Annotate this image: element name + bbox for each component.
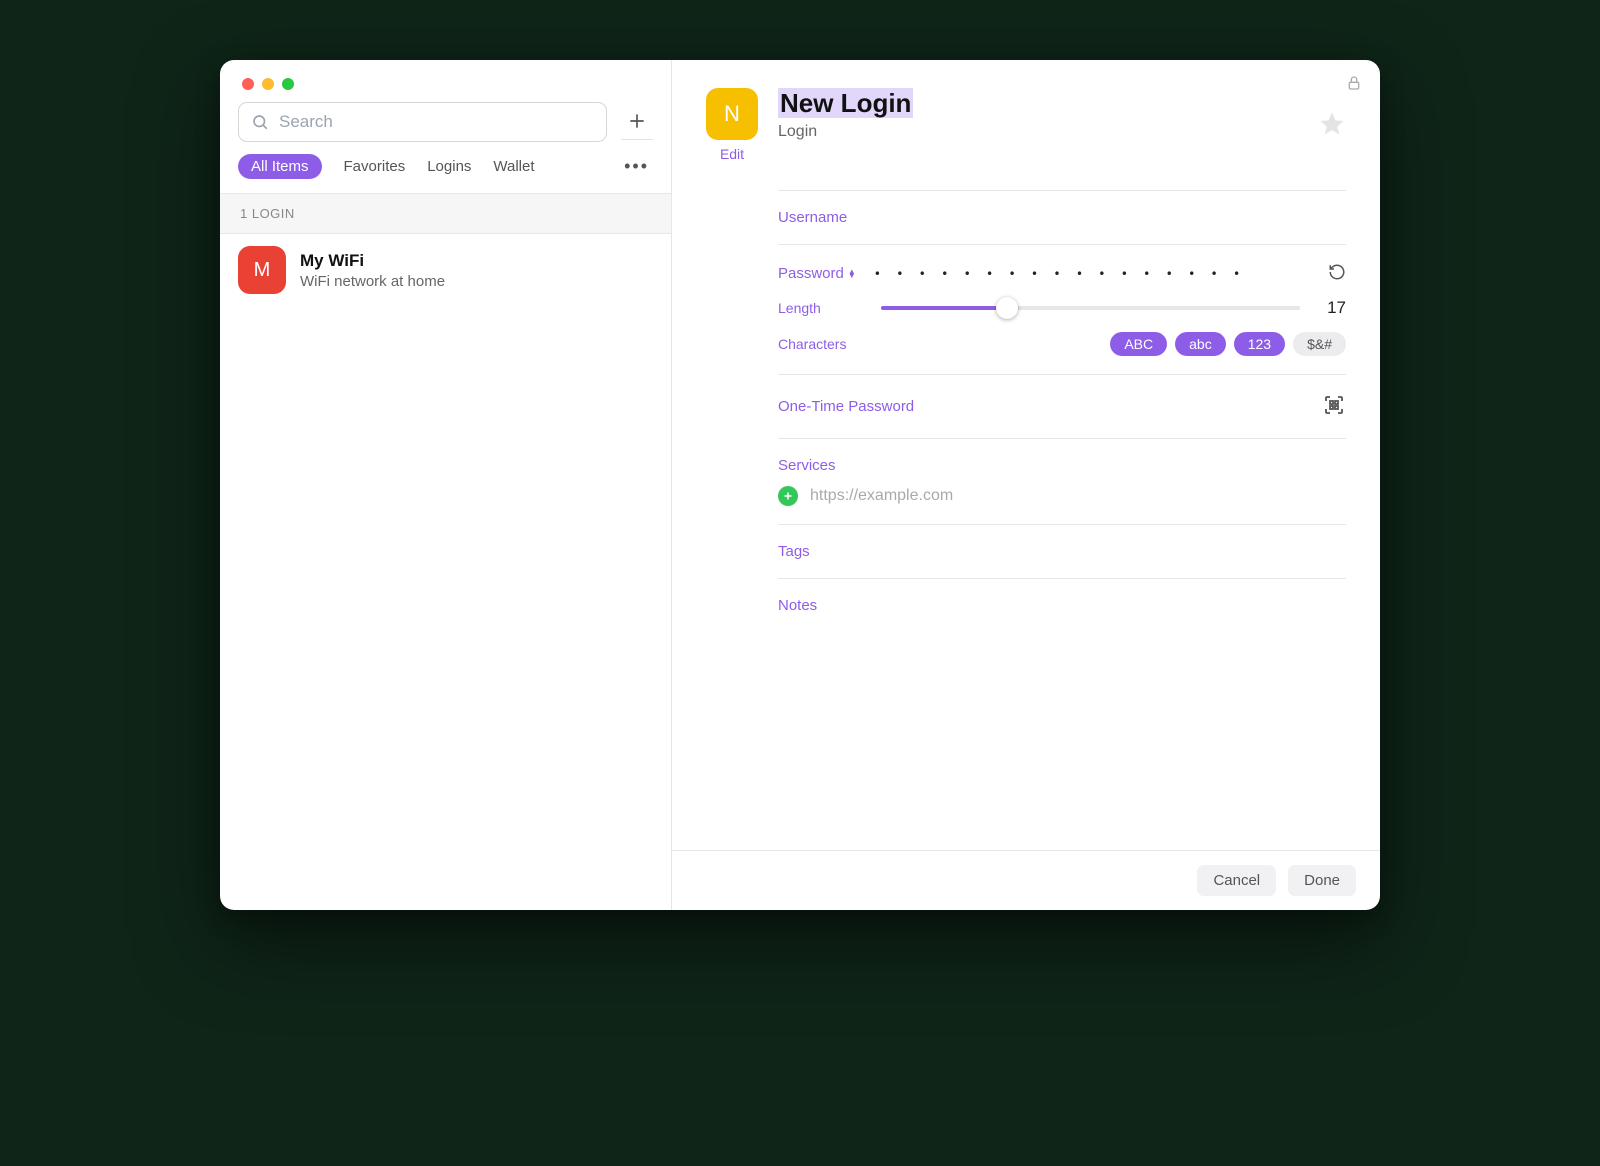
password-value[interactable]: • • • • • • • • • • • • • • • • • (874, 267, 1244, 281)
search-box[interactable] (238, 102, 607, 142)
char-digits-toggle[interactable]: 123 (1234, 332, 1285, 356)
sidebar: All Items Favorites Logins Wallet ••• 1 … (220, 60, 672, 910)
item-title[interactable]: New Login (778, 88, 913, 118)
list-section-header: 1 LOGIN (220, 193, 671, 234)
search-input[interactable] (277, 111, 594, 133)
list-item-subtitle: WiFi network at home (300, 273, 445, 290)
favorite-star-button[interactable] (1318, 110, 1346, 141)
add-service-button[interactable] (778, 486, 798, 506)
minimize-window-button[interactable] (262, 78, 274, 90)
app-window: All Items Favorites Logins Wallet ••• 1 … (220, 60, 1380, 910)
scan-qr-button[interactable] (1322, 393, 1346, 420)
tags-label[interactable]: Tags (778, 543, 1346, 560)
filter-favorites[interactable]: Favorites (344, 158, 406, 175)
char-upper-toggle[interactable]: ABC (1110, 332, 1167, 356)
service-url-placeholder[interactable]: https://example.com (810, 487, 953, 505)
list-item[interactable]: M My WiFi WiFi network at home (220, 234, 671, 306)
regenerate-password-button[interactable] (1328, 263, 1346, 284)
filter-logins[interactable]: Logins (427, 158, 471, 175)
detail-pane: N Edit New Login Login Username (672, 60, 1380, 910)
length-value: 17 (1318, 298, 1346, 318)
close-window-button[interactable] (242, 78, 254, 90)
char-lower-toggle[interactable]: abc (1175, 332, 1226, 356)
list-item-badge: M (238, 246, 286, 294)
services-label: Services (778, 457, 1346, 474)
password-label[interactable]: Password ▲▼ (778, 265, 856, 282)
footer: Cancel Done (672, 850, 1380, 910)
add-item-button[interactable] (621, 105, 653, 140)
username-label[interactable]: Username (778, 209, 1346, 226)
refresh-icon (1328, 263, 1346, 281)
filter-all-items[interactable]: All Items (238, 154, 322, 179)
characters-label: Characters (778, 336, 863, 352)
notes-label[interactable]: Notes (778, 597, 1346, 614)
list-item-title: My WiFi (300, 251, 445, 271)
sort-chevrons-icon: ▲▼ (848, 270, 856, 278)
more-filters-button[interactable]: ••• (624, 156, 653, 177)
maximize-window-button[interactable] (282, 78, 294, 90)
filter-wallet[interactable]: Wallet (493, 158, 534, 175)
item-type-label: Login (778, 123, 1298, 141)
edit-icon-button[interactable]: Edit (720, 146, 744, 162)
length-label: Length (778, 300, 863, 316)
window-controls (238, 60, 653, 102)
filter-tabs: All Items Favorites Logins Wallet ••• (238, 154, 653, 193)
char-symbols-toggle[interactable]: $&# (1293, 332, 1346, 356)
cancel-button[interactable]: Cancel (1197, 865, 1276, 896)
otp-label[interactable]: One-Time Password (778, 398, 914, 415)
star-icon (1318, 110, 1346, 138)
qr-icon (1322, 393, 1346, 417)
lock-icon[interactable] (1346, 74, 1362, 95)
search-icon (251, 113, 269, 131)
done-button[interactable]: Done (1288, 865, 1356, 896)
plus-icon (782, 490, 794, 502)
item-list: M My WiFi WiFi network at home (220, 234, 671, 910)
item-badge: N (706, 88, 758, 140)
plus-icon (627, 111, 647, 131)
